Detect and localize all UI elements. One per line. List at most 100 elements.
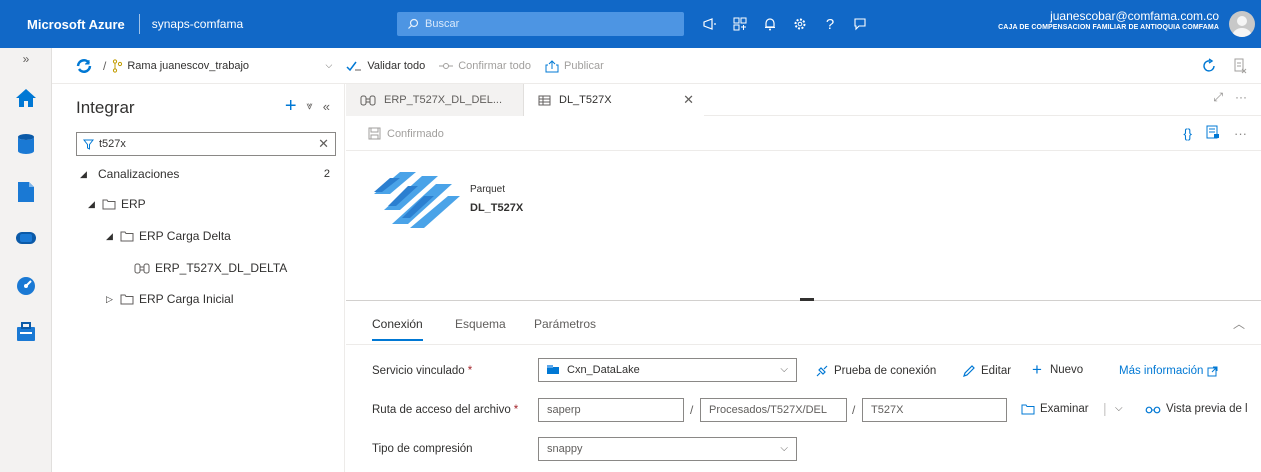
sync-icon[interactable] xyxy=(76,58,97,73)
add-resource-button[interactable]: + xyxy=(285,96,297,116)
label-text: Servicio vinculado xyxy=(372,365,465,377)
plus-icon: + xyxy=(1032,360,1042,379)
linked-service-label: Servicio vinculado * xyxy=(372,365,472,377)
test-connection-button[interactable]: Prueba de conexión xyxy=(815,364,936,378)
directory-icon[interactable] xyxy=(725,13,755,35)
compression-label: Tipo de compresión xyxy=(372,443,473,455)
more-info-link[interactable]: Más información xyxy=(1119,365,1218,377)
manage-icon[interactable] xyxy=(0,312,52,352)
filter-input[interactable]: t527x ✕ xyxy=(76,132,336,156)
chevron-down-icon: ⌵ xyxy=(780,364,788,375)
confirmed-button[interactable]: Confirmado xyxy=(368,127,444,140)
required-mark: * xyxy=(467,365,473,377)
more-icon[interactable]: ··· xyxy=(1234,126,1247,141)
more-icon[interactable]: ··· xyxy=(1235,90,1247,105)
bell-icon[interactable] xyxy=(755,13,785,35)
dataset-node[interactable]: Parquet DL_T527X xyxy=(370,168,570,228)
tree-label: ERP Carga Delta xyxy=(139,229,231,243)
folder-icon xyxy=(120,294,134,304)
save-icon xyxy=(368,127,381,140)
branch-label: Rama juanescov_trabajo xyxy=(127,59,250,72)
linked-service-select[interactable]: Cxn_DataLake ⌵ xyxy=(538,358,797,382)
tree-folder-erp-initial[interactable]: ▷ ERP Carga Inicial xyxy=(106,289,234,309)
preview-data-button[interactable]: Vista previa de l xyxy=(1145,403,1248,415)
brand-title[interactable]: Microsoft Azure xyxy=(0,17,125,32)
validate-all-button[interactable]: Validar todo xyxy=(346,60,425,72)
folder-icon xyxy=(120,231,134,241)
branch-icon xyxy=(113,58,123,73)
help-icon[interactable]: ? xyxy=(815,13,845,35)
expand-rail-icon[interactable]: » xyxy=(0,48,52,70)
workspace-toolbar: / Rama juanescov_trabajo ⌵ Validar todo … xyxy=(52,48,1261,84)
collapse-panel-icon[interactable]: « xyxy=(323,99,330,114)
megaphone-icon[interactable] xyxy=(695,13,725,35)
path-separator: / xyxy=(852,403,856,417)
pencil-icon xyxy=(963,365,975,377)
avatar[interactable] xyxy=(1229,11,1255,37)
filter-icon xyxy=(83,139,94,150)
path-container-input[interactable]: saperp xyxy=(538,398,684,422)
tree-folder-erp[interactable]: ◢ ERP xyxy=(88,194,146,214)
edit-button[interactable]: Editar xyxy=(962,364,1011,378)
properties-icon[interactable] xyxy=(1206,125,1220,142)
new-button[interactable]: + Nuevo xyxy=(1032,360,1083,379)
dataset-canvas: Parquet DL_T527X xyxy=(346,152,1261,300)
confirm-all-button[interactable]: Confirmar todo xyxy=(439,60,531,72)
panel-title: Integrar xyxy=(76,98,135,117)
chevron-up-icon[interactable]: ︿ xyxy=(1233,315,1245,332)
tab-schema[interactable]: Esquema xyxy=(455,317,506,331)
chevron-down-icon[interactable]: ⌵ xyxy=(1115,403,1123,414)
table-icon xyxy=(538,95,551,105)
folder-icon xyxy=(1021,404,1035,414)
factory-resources-panel: Integrar + ⩔ « t527x ✕ ◢ Canalizaciones … xyxy=(52,84,345,472)
link-label: Más información xyxy=(1119,365,1204,377)
path-separator: / xyxy=(690,403,694,417)
branch-selector[interactable]: Rama juanescov_trabajo ⌵ xyxy=(112,58,332,73)
code-icon[interactable]: {} xyxy=(1183,126,1192,141)
refresh-icon[interactable] xyxy=(1201,58,1217,77)
required-mark: * xyxy=(513,404,519,416)
tab-dataset[interactable]: DL_T527X ✕ xyxy=(524,84,704,116)
gear-icon[interactable] xyxy=(785,13,815,35)
top-icons: ? xyxy=(695,13,875,35)
path-directory-input[interactable]: Procesados/T527X/DEL xyxy=(700,398,847,422)
path-file-input[interactable]: T527X xyxy=(862,398,1007,422)
expand-icon[interactable]: ⤢ xyxy=(1213,90,1223,105)
pipeline-icon xyxy=(360,95,376,105)
tree-pipeline-item[interactable]: ERP_T527X_DL_DELTA xyxy=(134,258,287,278)
user-info[interactable]: juanescobar@comfama.com.co CAJA DE COMPE… xyxy=(998,9,1219,33)
close-icon[interactable]: ✕ xyxy=(683,92,694,108)
discard-icon[interactable] xyxy=(1233,58,1247,77)
tab-connection[interactable]: Conexión xyxy=(372,317,423,341)
data-icon[interactable] xyxy=(0,124,52,164)
tree-label: ERP Carga Inicial xyxy=(139,292,234,306)
tab-pipeline[interactable]: ERP_T527X_DL_DEL... xyxy=(346,84,524,116)
chevron-down-icon: ⌵ xyxy=(780,443,788,454)
publish-button[interactable]: Publicar xyxy=(545,59,604,73)
divider: | xyxy=(1103,400,1107,416)
search-icon xyxy=(408,18,419,29)
develop-icon[interactable] xyxy=(0,172,52,212)
tree-pipelines[interactable]: ◢ Canalizaciones 2 xyxy=(80,164,340,184)
browse-button[interactable]: Examinar xyxy=(1021,403,1089,415)
integrate-icon[interactable] xyxy=(0,218,52,258)
tab-actions: ⤢ ··· xyxy=(1213,90,1247,105)
expanded-caret-icon: ◢ xyxy=(80,168,87,179)
search-input[interactable]: Buscar xyxy=(397,12,684,36)
tree-folder-erp-delta[interactable]: ◢ ERP Carga Delta xyxy=(106,226,231,246)
feedback-icon[interactable] xyxy=(845,13,875,35)
validate-all-label: Validar todo xyxy=(367,59,426,72)
compression-select[interactable]: snappy ⌵ xyxy=(538,437,797,461)
linked-service-value: Cxn_DataLake xyxy=(567,364,640,376)
input-value: Procesados/T527X/DEL xyxy=(709,404,828,416)
tab-parameters[interactable]: Parámetros xyxy=(534,317,596,331)
compression-value: snappy xyxy=(547,443,583,455)
glasses-icon xyxy=(1145,406,1161,414)
clear-filter-icon[interactable]: ✕ xyxy=(318,136,329,152)
plug-icon xyxy=(816,365,828,377)
workspace-name[interactable]: synaps-comfama xyxy=(152,17,243,31)
tab-label: ERP_T527X_DL_DEL... xyxy=(384,94,503,106)
home-icon[interactable] xyxy=(0,78,52,118)
collapse-all-icon[interactable]: ⩔ xyxy=(307,100,313,113)
monitor-icon[interactable] xyxy=(0,266,52,306)
